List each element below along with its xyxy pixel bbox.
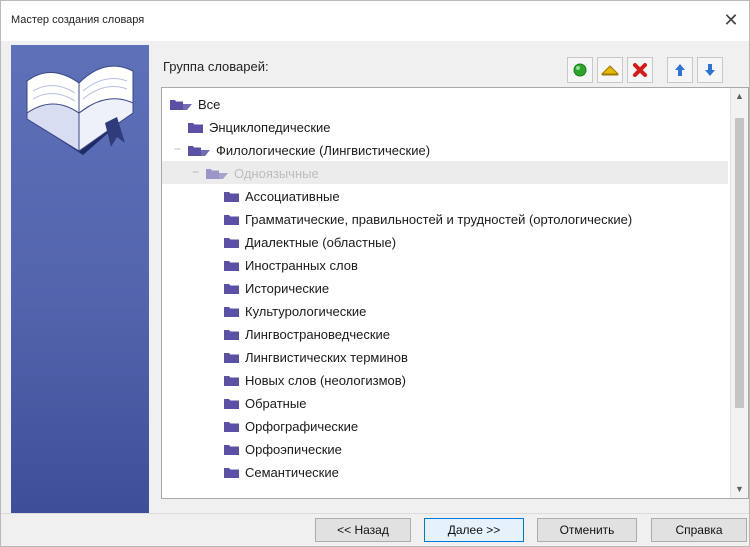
move-down-button[interactable]	[697, 57, 723, 83]
dictionary-tree[interactable]: Все Энциклопедические − Филологические (Лин…	[161, 87, 749, 499]
back-button[interactable]: << Назад	[315, 518, 411, 542]
tree-item[interactable]: Лингвистических терминов	[162, 345, 728, 368]
dictionary-group-label: Группа словарей:	[163, 59, 269, 74]
footer-divider	[1, 513, 749, 514]
edit-icon	[601, 65, 619, 76]
tree-content: Все Энциклопедические − Филологические (Лин…	[162, 92, 728, 483]
delete-icon	[633, 63, 647, 77]
tree-item[interactable]: Семантические	[162, 460, 728, 483]
move-down-icon	[705, 64, 715, 76]
wizard-banner	[11, 45, 149, 513]
scroll-down-arrow[interactable]: ▼	[731, 481, 748, 498]
tree-expander[interactable]: −	[174, 138, 186, 161]
folder-icon	[224, 444, 239, 455]
title-bar: Мастер создания словаря ✕	[1, 1, 749, 41]
tree-item[interactable]: Исторические	[162, 276, 728, 299]
cancel-button[interactable]: Отменить	[537, 518, 637, 542]
folder-open-icon	[170, 99, 192, 110]
tree-item[interactable]: Грамматические, правильностей и трудност…	[162, 207, 728, 230]
tree-item[interactable]: Культурологические	[162, 299, 728, 322]
tree-item[interactable]: − Филологические (Лингвистические)	[162, 138, 728, 161]
add-icon	[573, 63, 587, 77]
next-button[interactable]: Далее >>	[424, 518, 524, 542]
tree-item-label: Грамматические, правильностей и трудност…	[245, 212, 633, 228]
folder-open-icon	[206, 168, 228, 179]
toolbar-separator	[657, 57, 663, 83]
tree-item-label: Иностранных слов	[245, 258, 358, 274]
tree-item-label: Семантические	[245, 465, 339, 481]
tree-item-label: Новых слов (неологизмов)	[245, 373, 406, 389]
tree-item[interactable]: − Одноязычные	[162, 161, 728, 184]
folder-icon	[224, 237, 239, 248]
move-up-button[interactable]	[667, 57, 693, 83]
tree-item-label: Исторические	[245, 281, 330, 297]
tree-item-label: Филологические (Лингвистические)	[216, 143, 431, 159]
help-button[interactable]: Справка	[651, 518, 747, 542]
tree-item[interactable]: Диалектные (областные)	[162, 230, 728, 253]
tree-item[interactable]: Лингвострановедческие	[162, 322, 728, 345]
tree-item-label: Орфографические	[245, 419, 359, 435]
tree-item-label: Энциклопедические	[209, 120, 331, 136]
tree-item-label: Все	[198, 97, 221, 113]
tree-item-label: Лингвистических терминов	[245, 350, 408, 366]
tree-item[interactable]: Иностранных слов	[162, 253, 728, 276]
folder-icon	[188, 122, 203, 133]
open-book-icon	[26, 65, 134, 155]
group-toolbar	[567, 57, 723, 83]
add-group-button[interactable]	[567, 57, 593, 83]
folder-icon	[224, 352, 239, 363]
folder-icon	[224, 191, 239, 202]
folder-icon	[224, 467, 239, 478]
tree-item-label: Культурологические	[245, 304, 367, 320]
tree-item[interactable]: Энциклопедические	[162, 115, 728, 138]
close-button[interactable]: ✕	[719, 9, 743, 33]
folder-icon	[224, 329, 239, 340]
tree-item[interactable]: Все	[162, 92, 728, 115]
scroll-thumb[interactable]	[735, 118, 744, 408]
folder-icon	[224, 260, 239, 271]
tree-item-label: Обратные	[245, 396, 307, 412]
tree-item[interactable]: Обратные	[162, 391, 728, 414]
tree-item-label: Одноязычные	[234, 166, 319, 182]
dialog-window: Мастер создания словаря ✕ Группа словаре…	[0, 0, 750, 547]
scroll-up-arrow[interactable]: ▲	[731, 88, 748, 105]
tree-item[interactable]: Новых слов (неологизмов)	[162, 368, 728, 391]
tree-item-label: Ассоциативные	[245, 189, 340, 205]
vertical-scrollbar[interactable]: ▲ ▼	[730, 88, 748, 498]
folder-open-icon	[188, 145, 210, 156]
window-title: Мастер создания словаря	[11, 14, 145, 26]
move-up-icon	[675, 64, 685, 76]
delete-group-button[interactable]	[627, 57, 653, 83]
folder-icon	[224, 398, 239, 409]
folder-icon	[224, 421, 239, 432]
folder-icon	[224, 306, 239, 317]
folder-icon	[224, 375, 239, 386]
edit-group-button[interactable]	[597, 57, 623, 83]
tree-item[interactable]: Орфоэпические	[162, 437, 728, 460]
tree-item[interactable]: Орфографические	[162, 414, 728, 437]
tree-item[interactable]: Ассоциативные	[162, 184, 728, 207]
tree-item-label: Диалектные (областные)	[245, 235, 397, 251]
tree-expander[interactable]: −	[192, 161, 204, 184]
folder-icon	[224, 214, 239, 225]
folder-icon	[224, 283, 239, 294]
tree-item-label: Орфоэпические	[245, 442, 342, 458]
tree-item-label: Лингвострановедческие	[245, 327, 390, 343]
